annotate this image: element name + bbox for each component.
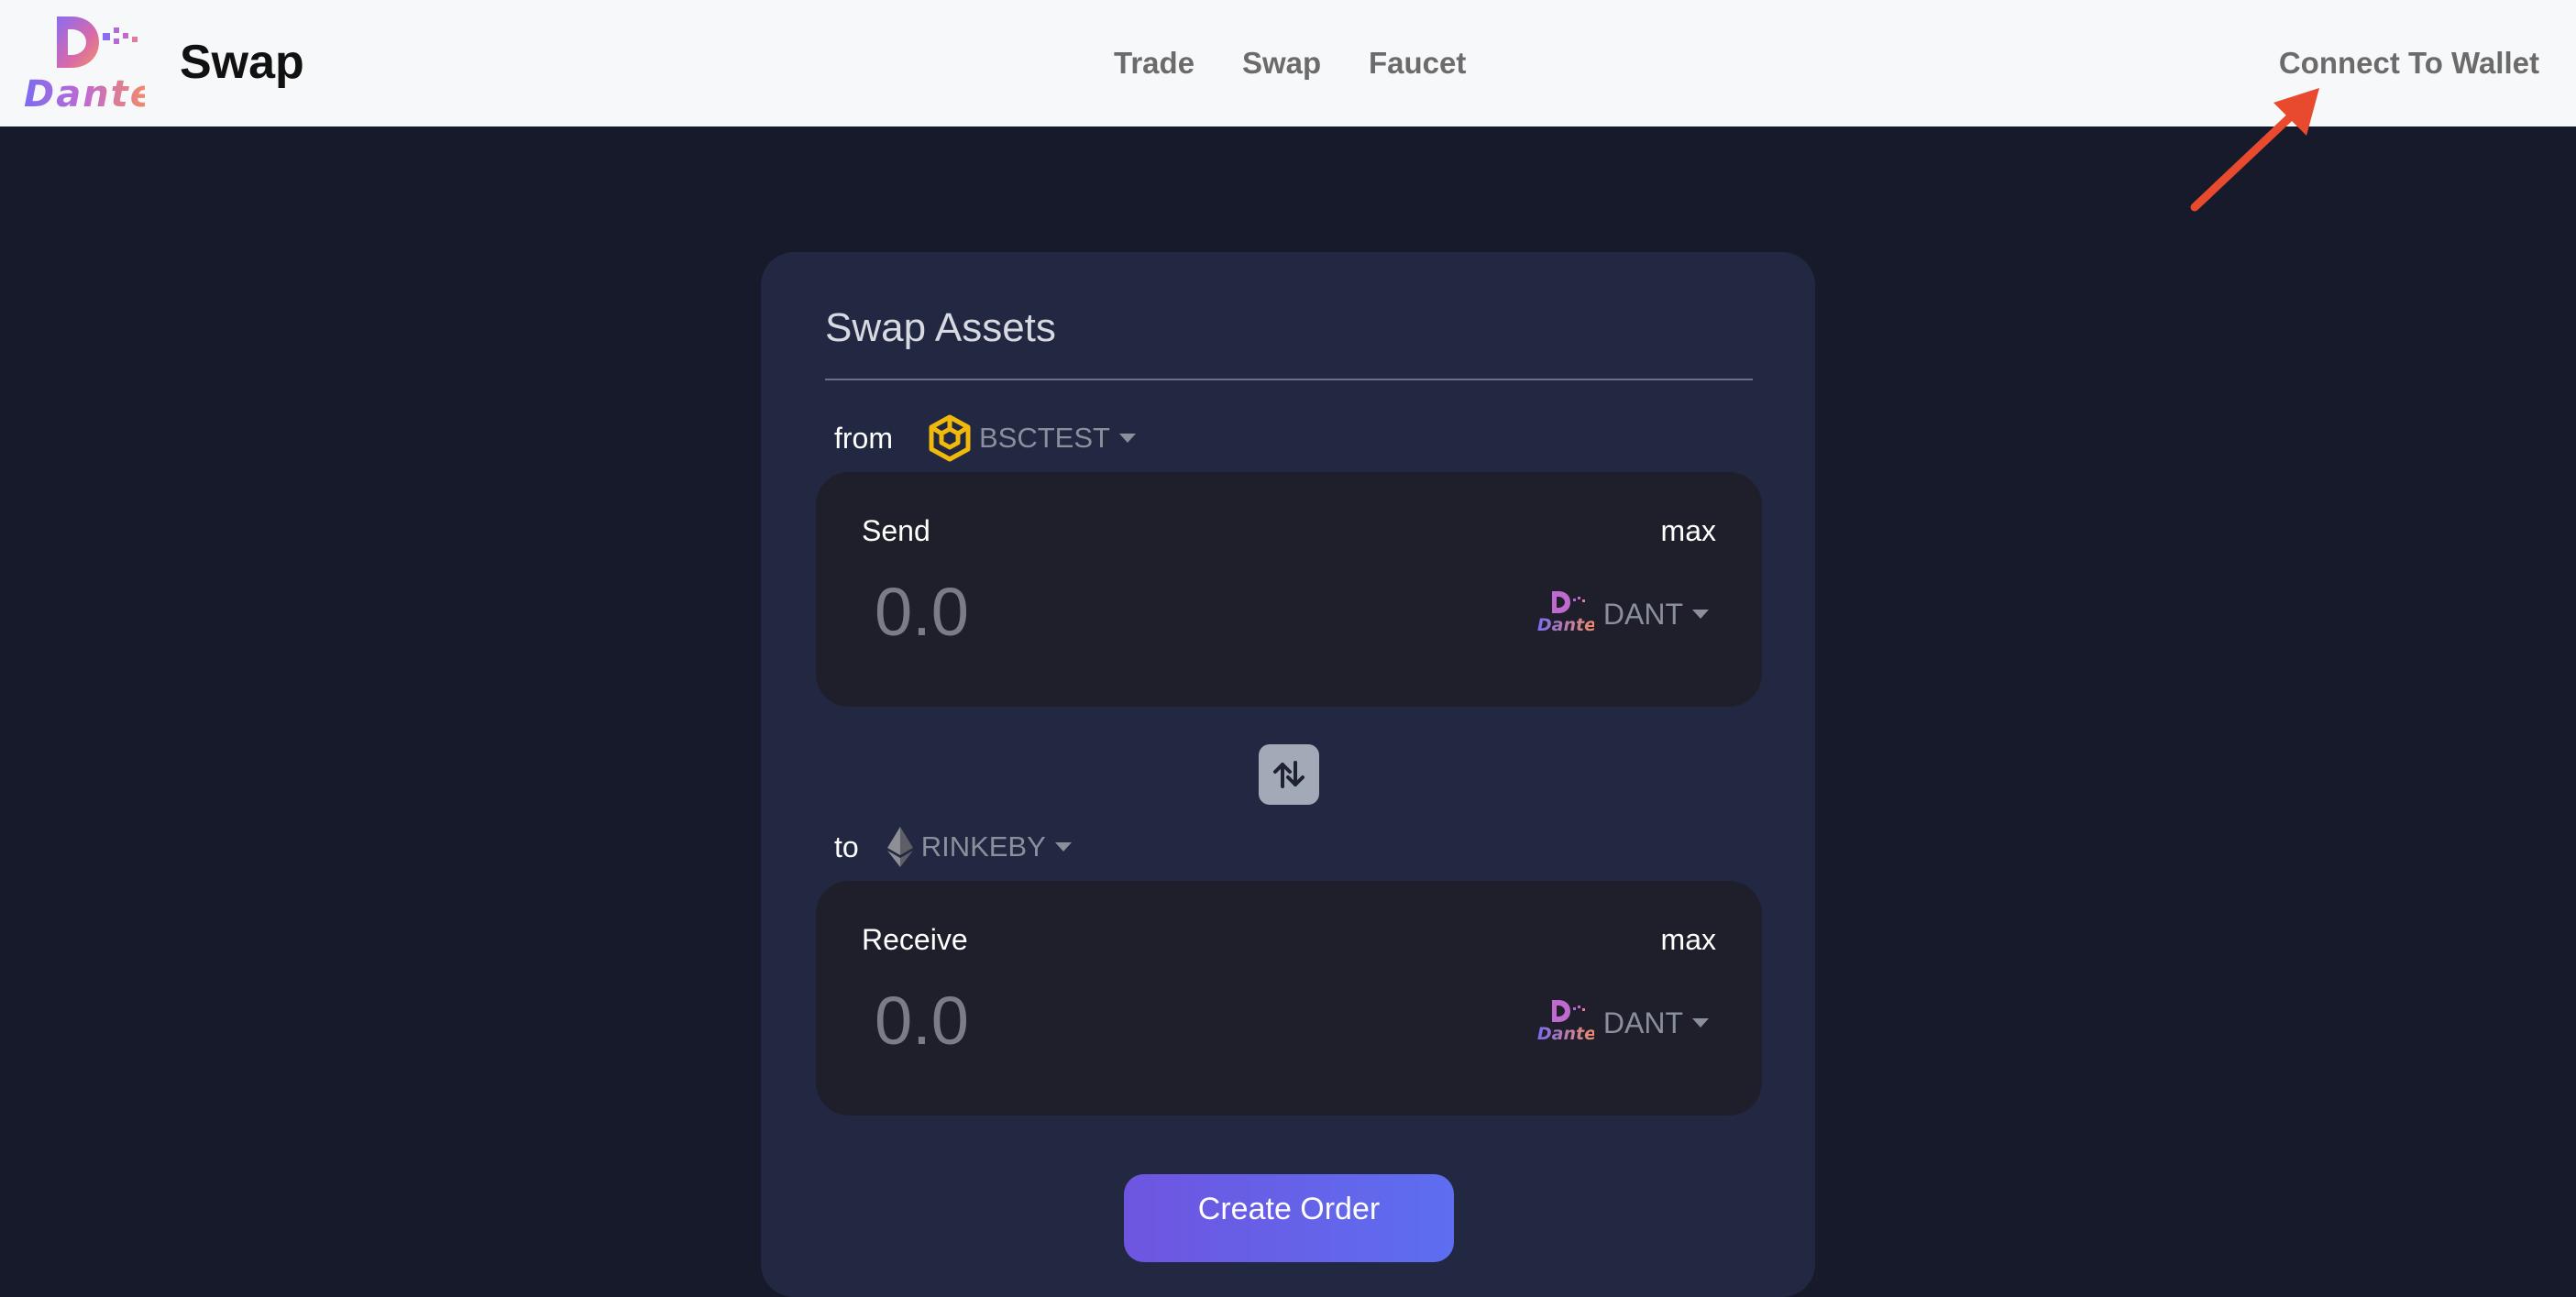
nav-faucet[interactable]: Faucet [1369,46,1466,81]
to-label: to [834,830,859,863]
logo-text: Dante [24,73,157,115]
from-chain-row: from BSCTEST [834,411,1136,466]
from-chain-name: BSCTEST [979,422,1110,454]
chevron-down-icon [1118,434,1136,443]
send-amount-input[interactable] [875,573,1260,651]
swap-direction-button[interactable] [1259,744,1319,805]
dante-logo-icon [57,16,138,68]
swap-card-title: Swap Assets [825,305,1056,350]
send-label: Send [862,514,930,547]
dant-token-icon: Dante [1536,589,1596,639]
nav-trade[interactable]: Trade [1114,46,1194,81]
create-order-button[interactable]: Create Order [1124,1174,1454,1262]
swap-arrows-icon [1273,761,1305,788]
receive-token-select[interactable]: Dante DANT [1537,998,1709,1048]
send-token-name: DANT [1602,597,1683,631]
token-logo-text: Dante [1536,1024,1596,1044]
chevron-down-icon [1692,610,1709,619]
send-box: Send max Dante DANT [816,472,1762,707]
from-label: from [834,421,893,455]
send-token-select[interactable]: Dante DANT [1537,589,1709,639]
dante-logo[interactable]: Dante [24,13,157,115]
to-chain-row: to RINKEBY [834,819,1072,874]
receive-amount-input[interactable] [875,982,1260,1060]
swap-card: Swap Assets from BSCTEST Send max 0.0 Da… [761,252,1815,1297]
receive-token-name: DANT [1602,1006,1683,1039]
bnb-chain-icon [929,414,971,462]
to-chain-name: RINKEBY [920,830,1046,863]
send-max-button[interactable]: max [1661,514,1716,548]
connect-wallet-button[interactable]: Connect To Wallet [2279,46,2539,81]
to-chain-select[interactable]: RINKEBY [886,826,1072,868]
token-logo-text: Dante [1536,615,1596,635]
receive-box: Receive max Dante DANT [816,881,1762,1116]
dant-token-icon: Dante [1536,998,1596,1048]
receive-label: Receive [862,923,968,956]
title-divider [825,379,1753,380]
from-chain-select[interactable]: BSCTEST [928,414,1136,462]
chevron-down-icon [1692,1018,1709,1028]
receive-max-button[interactable]: max [1661,923,1716,957]
nav-swap[interactable]: Swap [1242,46,1321,81]
page-title: Swap [180,36,304,89]
ethereum-icon [886,827,913,867]
annotation-arrow-icon [2190,88,2319,212]
chevron-down-icon [1054,842,1072,852]
